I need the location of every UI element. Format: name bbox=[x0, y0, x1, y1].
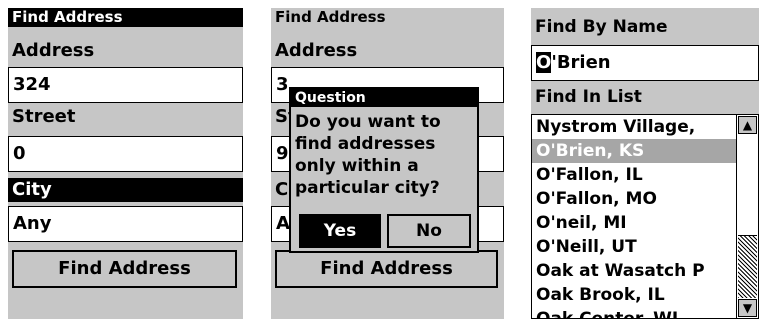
street-label: Street bbox=[12, 106, 76, 127]
no-button[interactable]: No bbox=[387, 214, 471, 248]
name-input[interactable]: O'Brien bbox=[531, 45, 759, 81]
list-scrollbar[interactable]: ▲ ▼ bbox=[736, 115, 758, 318]
dialog-title: Question bbox=[291, 89, 477, 107]
city-label: City bbox=[8, 178, 243, 202]
street-field[interactable]: 0 bbox=[8, 136, 243, 172]
list-item[interactable]: Nystrom Village, bbox=[532, 115, 736, 139]
name-input-text: 'Brien bbox=[551, 52, 611, 73]
list-item[interactable]: O'Brien, KS bbox=[532, 139, 736, 163]
find-address-question-panel: Find Address Address 3 St 9 C A Find Add… bbox=[271, 8, 504, 319]
list-item[interactable]: O'neil, MI bbox=[532, 211, 736, 235]
panel-title: Find Address bbox=[271, 8, 504, 27]
results-list[interactable]: Nystrom Village, O'Brien, KS O'Fallon, IL O… bbox=[531, 114, 759, 319]
city-field[interactable]: Any bbox=[8, 206, 243, 242]
list-item[interactable]: O'Fallon, IL bbox=[532, 163, 736, 187]
question-dialog: Question Do you want to find addresses o… bbox=[289, 87, 479, 253]
panel-title: Find Address bbox=[8, 8, 243, 27]
find-address-button[interactable]: Find Address bbox=[12, 250, 237, 288]
find-by-name-panel: Find By Name O'Brien Find In List Nystro… bbox=[531, 8, 759, 319]
scroll-down-icon[interactable]: ▼ bbox=[738, 299, 757, 317]
text-cursor: O bbox=[536, 52, 552, 73]
list-item[interactable]: Oak at Wasatch P bbox=[532, 259, 736, 283]
scroll-up-icon[interactable]: ▲ bbox=[738, 116, 757, 134]
scroll-thumb[interactable] bbox=[738, 135, 757, 236]
list-label: Find In List bbox=[535, 87, 642, 107]
dialog-message: Do you want to find addresses only withi… bbox=[295, 112, 441, 198]
find-address-panel: Find Address Address 324 Street 0 City A… bbox=[8, 8, 243, 319]
panel-title: Find By Name bbox=[535, 17, 668, 37]
list-item[interactable]: Oak Center, WI bbox=[532, 307, 736, 318]
address-label: Address bbox=[275, 40, 358, 61]
list-item[interactable]: O'Fallon, MO bbox=[532, 187, 736, 211]
list-item[interactable]: Oak Brook, IL bbox=[532, 283, 736, 307]
address-label: Address bbox=[12, 40, 95, 61]
address-field[interactable]: 324 bbox=[8, 67, 243, 103]
yes-button[interactable]: Yes bbox=[299, 214, 381, 248]
list-item[interactable]: O'Neill, UT bbox=[532, 235, 736, 259]
find-address-button[interactable]: Find Address bbox=[275, 250, 498, 288]
